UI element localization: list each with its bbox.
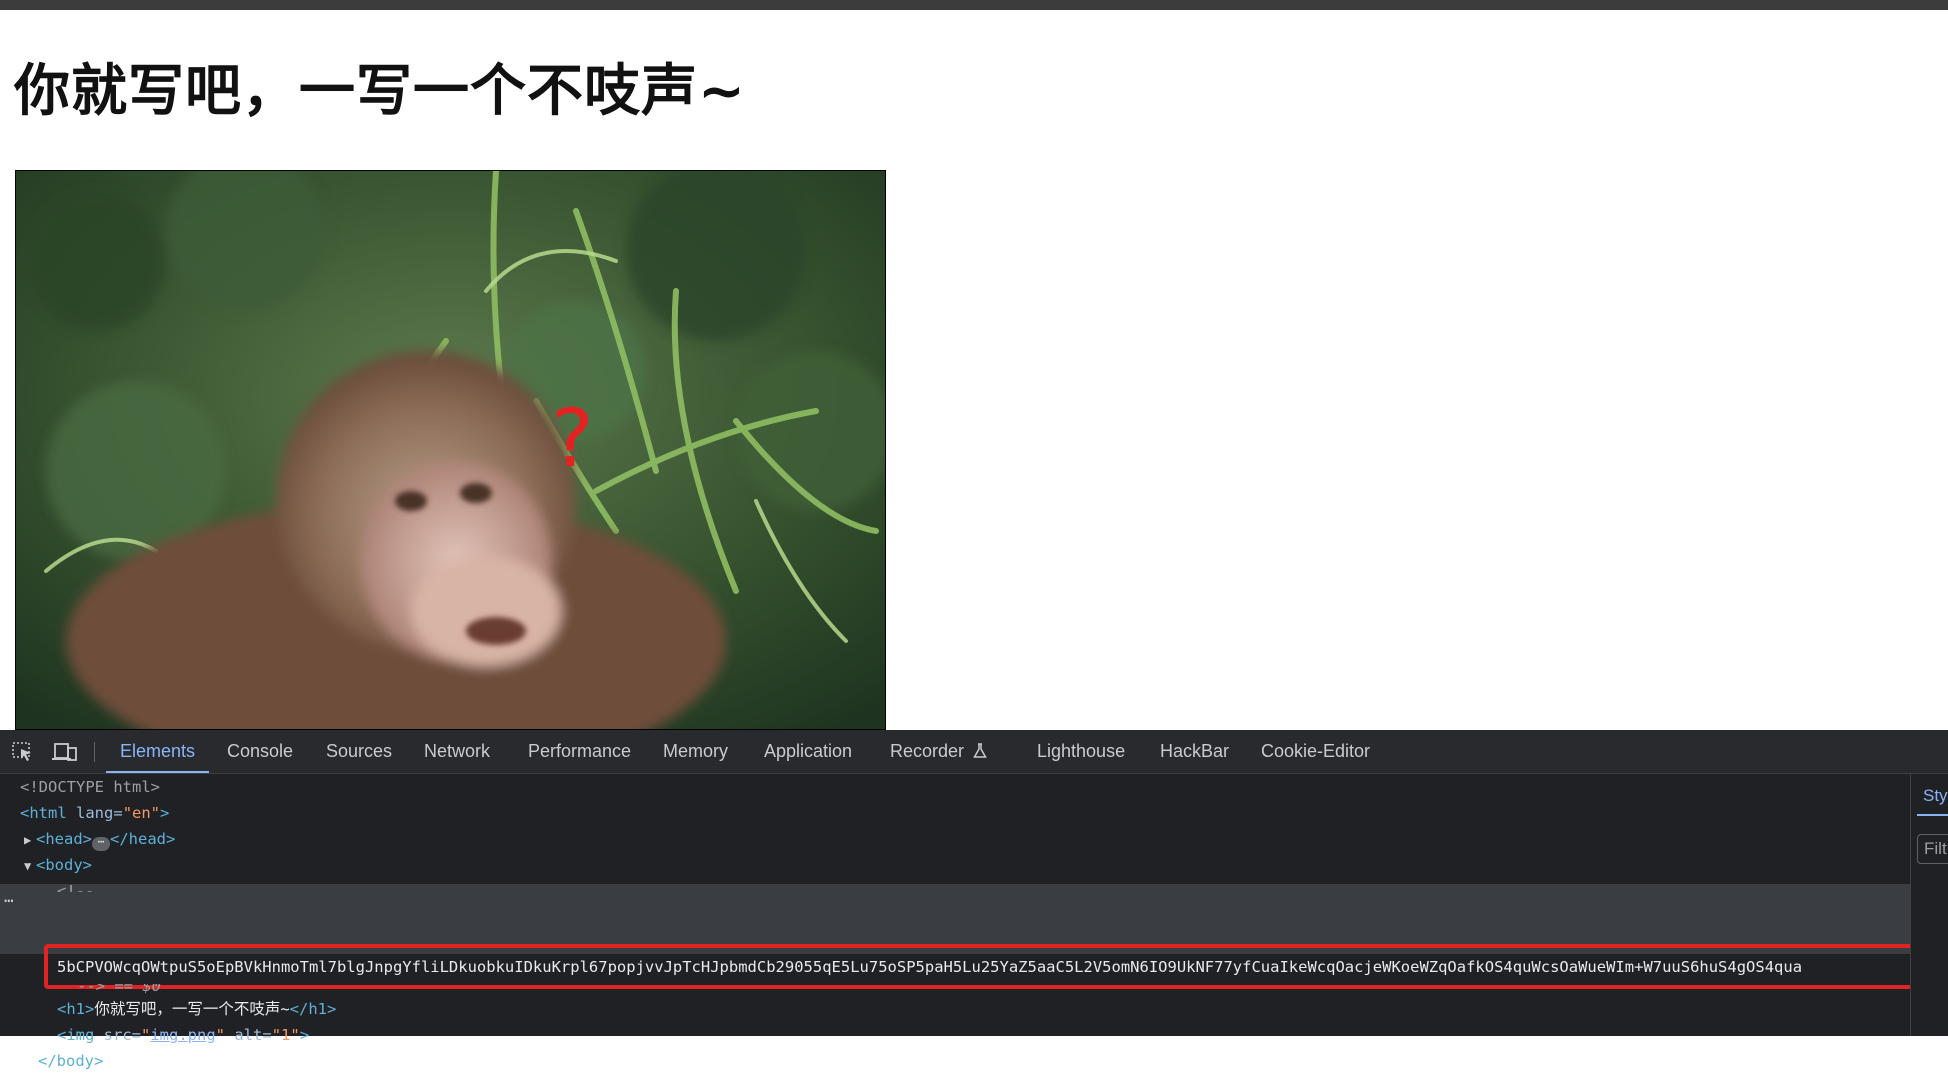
tab-hackbar[interactable]: HackBar	[1160, 730, 1229, 773]
elements-dom-tree: … <!DOCTYPE html> <html lang="en"> ▶ <hea…	[0, 774, 1915, 1070]
h1-open-tag: <h1>	[57, 1000, 95, 1018]
browser-top-strip	[0, 0, 1948, 10]
devtools-tabbar: Elements Console Sources Network Perform…	[0, 730, 1948, 774]
head-open-tag: <head>	[36, 830, 92, 848]
expand-triangle-icon[interactable]: ▶	[24, 827, 36, 853]
img-src-quote-open: "	[141, 1026, 151, 1044]
img-close-bracket: >	[299, 1026, 310, 1044]
comment-close: -->	[77, 984, 105, 995]
doctype-line[interactable]: <!DOCTYPE html>	[20, 774, 160, 800]
collapse-triangle-icon[interactable]: ▼	[24, 853, 36, 879]
tab-sources[interactable]: Sources	[326, 730, 392, 773]
body-node[interactable]: ▼ <body>	[24, 852, 92, 878]
body-open-tag: <body>	[36, 856, 92, 874]
tab-elements[interactable]: Elements	[106, 730, 210, 773]
img-alt-value: "1"	[271, 1026, 300, 1044]
img-src-link[interactable]: img.png	[150, 1026, 215, 1044]
tab-recorder[interactable]: Recorder	[890, 730, 987, 773]
h1-node[interactable]: <h1>你就写吧，一写一个不吱声~</h1>	[57, 996, 336, 1022]
styles-pane: Sty Filt	[1910, 774, 1948, 1036]
device-toolbar-icon[interactable]	[52, 740, 78, 764]
comment-open-partial: <!--	[57, 882, 95, 892]
devtools-panel: Elements Console Sources Network Perform…	[0, 730, 1948, 1070]
monkey-photo: ?	[15, 170, 886, 730]
styles-tab-underline	[1917, 814, 1948, 816]
html-close-bracket: >	[160, 804, 170, 822]
body-close-tag: </body>	[38, 1052, 104, 1070]
selected-comment-text[interactable]: 5bCPVOWcqOWtpuS5oEpBVkHnmoTml7blgJnpgYfl…	[57, 954, 1912, 980]
html-lang-value: "en"	[122, 804, 161, 822]
img-open-tag: <img	[57, 1026, 95, 1044]
flask-icon	[973, 743, 987, 758]
head-node[interactable]: ▶ <head> ⋯ </head>	[24, 826, 175, 852]
h1-close-tag: </h1>	[289, 1000, 337, 1018]
collapsed-ellipsis-icon[interactable]: ⋯	[92, 836, 110, 851]
toolbar-separator	[94, 742, 95, 762]
tab-lighthouse[interactable]: Lighthouse	[1037, 730, 1125, 773]
tab-network[interactable]: Network	[424, 730, 490, 773]
img-node[interactable]: <img src="img.png" alt="1">	[57, 1022, 309, 1048]
question-mark: ?	[551, 392, 593, 485]
img-src-attr: src=	[103, 1026, 141, 1044]
tab-performance[interactable]: Performance	[528, 730, 631, 773]
tab-memory[interactable]: Memory	[663, 730, 728, 773]
tab-recorder-label: Recorder	[890, 741, 965, 761]
tab-console[interactable]: Console	[227, 730, 293, 773]
inspect-element-icon[interactable]	[10, 740, 36, 764]
html-open-tag: <html	[20, 804, 67, 822]
dollar-zero-indicator: == $0	[114, 984, 162, 995]
node-more-dots[interactable]: …	[4, 889, 14, 905]
tab-application[interactable]: Application	[764, 730, 852, 773]
styles-filter-input[interactable]: Filt	[1917, 834, 1948, 864]
body-close-node[interactable]: </body>	[38, 1048, 103, 1074]
html-node[interactable]: <html lang="en">	[20, 800, 169, 826]
img-alt-attr: alt=	[234, 1026, 272, 1044]
img-src-quote-close: "	[215, 1026, 226, 1044]
h1-text: 你就写吧，一写一个不吱声~	[94, 1000, 290, 1018]
tab-cookie-editor[interactable]: Cookie-Editor	[1261, 730, 1370, 773]
head-close-tag: </head>	[110, 830, 176, 848]
tab-styles[interactable]: Sty	[1923, 786, 1948, 806]
doctype-text: <!DOCTYPE html>	[20, 778, 160, 796]
html-lang-attr: lang	[76, 804, 114, 822]
page-heading: 你就写吧，一写一个不吱声~	[14, 59, 746, 124]
